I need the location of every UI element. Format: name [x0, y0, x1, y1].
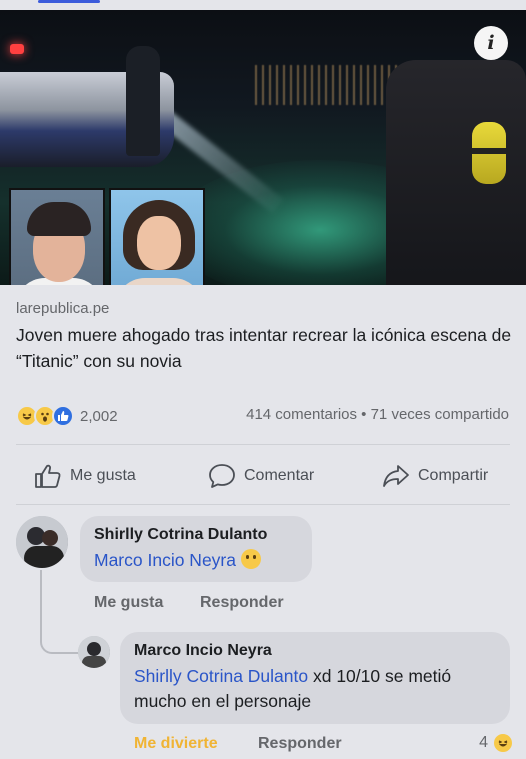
link-preview-image[interactable] — [0, 10, 526, 285]
comment-button[interactable]: Comentar — [208, 458, 314, 494]
like-button-label: Me gusta — [70, 467, 136, 484]
thumbs-up-icon — [35, 464, 61, 488]
post-stats[interactable]: 414 comentarios • 71 veces compartido — [246, 406, 509, 423]
reaction-count: 2,002 — [80, 407, 118, 425]
avatar-photo — [16, 516, 68, 568]
comment-reaction-count[interactable]: 4 — [479, 732, 514, 754]
comment-icon — [209, 464, 235, 488]
comment-author[interactable]: Shirlly Cotrina Dulanto — [94, 526, 298, 544]
share-icon — [383, 465, 409, 487]
divider — [16, 444, 510, 445]
shoulders — [115, 278, 203, 285]
hair — [27, 202, 91, 236]
divider — [16, 504, 510, 505]
comment-bubble[interactable]: Shirlly Cotrina Dulanto Marco Incio Neyr… — [80, 516, 312, 582]
comment-button-label: Comentar — [244, 467, 315, 484]
face — [137, 216, 181, 270]
comment-bubble[interactable]: Marco Incio Neyra Shirlly Cotrina Dulant… — [120, 632, 510, 724]
comment-reply-button[interactable]: Responder — [200, 594, 284, 612]
info-icon[interactable]: i — [474, 26, 508, 60]
mention-link[interactable]: Marco Incio Neyra — [94, 550, 236, 570]
oxygen-tank-band — [472, 148, 506, 154]
reaction-label-haha[interactable]: Me divierte — [134, 735, 218, 753]
share-button[interactable]: Compartir — [382, 458, 488, 494]
avatar-photo — [78, 636, 110, 668]
like-icon — [52, 405, 74, 427]
inset-photo-young-woman — [109, 188, 205, 285]
mention-link[interactable]: Shirlly Cotrina Dulanto — [134, 666, 308, 686]
comment-author[interactable]: Marco Incio Neyra — [134, 642, 496, 660]
comment-like-button[interactable]: Me gusta — [94, 594, 163, 612]
inset-photo-young-man — [9, 188, 105, 285]
action-bar: Me gusta Comentar Compartir — [0, 458, 526, 494]
avatar[interactable] — [16, 516, 68, 568]
link-domain[interactable]: larepublica.pe — [16, 300, 109, 317]
reply-thread-line — [40, 570, 84, 654]
top-tab-indicator — [38, 0, 100, 3]
boat-siren-light — [10, 44, 24, 54]
link-headline[interactable]: Joven muere ahogado tras intentar recrea… — [16, 322, 516, 374]
smiling-face-icon — [240, 549, 261, 569]
reactions-summary[interactable]: 2,002 — [16, 404, 118, 428]
like-button[interactable]: Me gusta — [34, 458, 136, 494]
comment-text: Marco Incio Neyra — [94, 548, 298, 573]
avatar[interactable] — [78, 636, 110, 668]
comment-text: Shirlly Cotrina Dulanto xd 10/10 se meti… — [134, 664, 496, 714]
officer-figure — [126, 46, 160, 156]
share-button-label: Compartir — [418, 467, 489, 484]
haha-icon — [492, 732, 514, 754]
reaction-count-number: 4 — [479, 734, 488, 751]
comment-reply-button[interactable]: Responder — [258, 735, 342, 753]
